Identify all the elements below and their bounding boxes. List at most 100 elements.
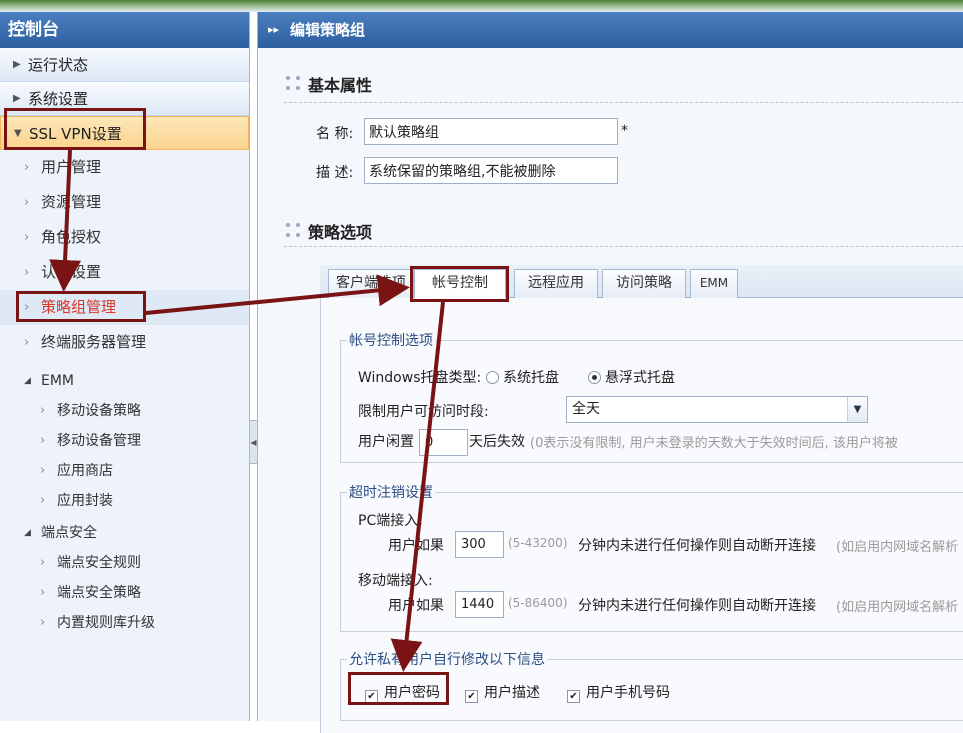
description-input[interactable]	[364, 157, 618, 184]
chevron-down-icon: ▼	[847, 397, 867, 422]
chevron-right-icon: ›	[24, 160, 30, 175]
mobile-access-label: 移动端接入:	[358, 573, 433, 589]
idle-prefix: 用户闲置	[358, 434, 414, 450]
sidebar-subitem-label: 内置规则库升级	[57, 615, 155, 631]
radio-label: 系统托盘	[503, 370, 559, 386]
access-time-select[interactable]: 全天 ▼	[566, 396, 868, 423]
radio-floating-tray[interactable]: 悬浮式托盘	[588, 367, 675, 387]
pc-timeout-hint: (如启用内网域名解析	[836, 540, 959, 555]
idle-hint: (0表示没有限制, 用户未登录的天数大于失效时间后, 该用户将被	[530, 436, 898, 451]
tab-client-options[interactable]: 客户端选项	[328, 269, 414, 298]
sidebar-item-label: 角色授权	[41, 228, 102, 246]
sidebar-subitem-label: 端点安全规则	[57, 555, 141, 571]
chevron-right-icon: ›	[40, 403, 46, 418]
sidebar-subitem-label: 移动设备管理	[57, 433, 141, 449]
section-divider	[284, 246, 963, 247]
mobile-timeout-hint: (如启用内网域名解析	[836, 600, 959, 615]
checkbox-checked-icon: ✔	[567, 690, 580, 703]
annotation-highlight-user-password	[348, 672, 449, 705]
sidebar-subitem-mobile-device-management[interactable]: › 移动设备管理	[0, 426, 249, 456]
sidebar-group-emm[interactable]: ◢ EMM	[0, 366, 249, 396]
annotation-highlight-policy-group	[16, 291, 146, 322]
sidebar-subitem-mobile-device-policy[interactable]: › 移动设备策略	[0, 396, 249, 426]
checkbox-user-phone[interactable]: ✔ 用户手机号码	[567, 682, 670, 703]
tab-remote-apps[interactable]: 远程应用	[514, 269, 598, 298]
sidebar-subitem-label: 应用封装	[57, 493, 113, 509]
mobile-timeout-input[interactable]: 1440	[455, 591, 504, 618]
pc-prefix: 用户如果	[388, 538, 444, 554]
section-title-text: 基本属性	[308, 76, 373, 95]
sidebar-subitem-app-store[interactable]: › 应用商店	[0, 456, 249, 486]
checkbox-checked-icon: ✔	[465, 690, 478, 703]
fieldset-legend: 帐号控制选项	[349, 333, 433, 349]
radio-icon	[486, 371, 499, 384]
tray-type-label: Windows托盘类型:	[358, 370, 482, 386]
main-panel: ▸▸ 编辑策略组 基本属性 名 称: * 描 述: 策略选项 客户端选项 帐号控…	[257, 12, 963, 733]
radio-selected-icon	[588, 371, 601, 384]
chevron-right-icon: ›	[24, 335, 30, 350]
radio-system-tray[interactable]: 系统托盘	[486, 367, 559, 387]
radio-label: 悬浮式托盘	[605, 370, 675, 386]
mobile-range-hint: (5-86400)	[508, 596, 568, 610]
pc-timeout-input[interactable]: 300	[455, 531, 504, 558]
sidebar-subitem-label: 端点安全策略	[57, 585, 141, 601]
name-label: 名 称:	[316, 126, 354, 142]
sidebar-subitem-rule-library-upgrade[interactable]: › 内置规则库升级	[0, 608, 249, 638]
chevron-right-icon: ›	[24, 265, 30, 280]
sidebar-item-label: 用户管理	[41, 158, 102, 176]
access-time-label: 限制用户可访问时段:	[358, 404, 489, 420]
chevron-right-icon: ›	[40, 463, 46, 478]
mobile-timeout-text: 分钟内未进行任何操作则自动断开连接	[578, 598, 816, 614]
name-input[interactable]	[364, 118, 618, 145]
sidebar-title: 控制台	[0, 12, 249, 48]
pc-access-label: PC端接入:	[358, 513, 423, 529]
annotation-highlight-ssl-vpn	[4, 108, 146, 150]
chevron-right-icon: ›	[40, 615, 46, 630]
caret-down-icon: ◢	[24, 528, 31, 538]
sidebar-item-label: 认证设置	[41, 263, 102, 281]
window-top-strip	[0, 0, 963, 12]
main-header-title: 编辑策略组	[290, 21, 366, 39]
sidebar-section-run-status[interactable]: ▶ 运行状态	[0, 48, 249, 82]
mobile-prefix: 用户如果	[388, 598, 444, 614]
double-chevron-icon: ▸▸	[268, 23, 280, 36]
chevron-right-icon: ›	[24, 195, 30, 210]
idle-suffix: 天后失效	[469, 434, 525, 450]
sidebar-subitem-app-wrapping[interactable]: › 应用封装	[0, 486, 249, 516]
chevron-right-icon: ›	[40, 433, 46, 448]
chevron-right-icon: ›	[40, 555, 46, 570]
section-title-policy: 策略选项	[286, 219, 963, 243]
idle-days-input[interactable]: 0	[419, 429, 468, 456]
select-value: 全天	[572, 401, 600, 417]
grip-icon	[286, 76, 300, 90]
sidebar-item-role-authorization[interactable]: › 角色授权	[0, 220, 249, 255]
tab-access-policy[interactable]: 访问策略	[602, 269, 686, 298]
description-label: 描 述:	[316, 165, 354, 181]
caret-down-icon: ◢	[24, 376, 31, 386]
checkbox-label: 用户手机号码	[586, 685, 670, 701]
fieldset-legend: 允许私有用户自行修改以下信息	[349, 652, 545, 668]
grip-icon	[286, 223, 300, 237]
chevron-right-icon: ›	[24, 230, 30, 245]
fieldset-legend: 超时注销设置	[349, 485, 433, 501]
section-title-text: 策略选项	[308, 223, 373, 242]
checkbox-label: 用户描述	[484, 685, 540, 701]
pc-range-hint: (5-43200)	[508, 536, 568, 550]
sidebar-item-resource-management[interactable]: › 资源管理	[0, 185, 249, 220]
sidebar-item-label: 资源管理	[41, 193, 102, 211]
chevron-right-icon: ›	[40, 493, 46, 508]
checkbox-user-description[interactable]: ✔ 用户描述	[465, 682, 540, 703]
sidebar-item-user-management[interactable]: › 用户管理	[0, 150, 249, 185]
sidebar-item-auth-settings[interactable]: › 认证设置	[0, 255, 249, 290]
sidebar-item-terminal-server-management[interactable]: › 终端服务器管理	[0, 325, 249, 360]
tab-emm[interactable]: EMM	[690, 269, 738, 298]
section-title-basic: 基本属性	[286, 72, 963, 96]
sidebar-group-label: EMM	[41, 373, 75, 389]
sidebar-group-label: 端点安全	[41, 525, 97, 541]
sidebar-group-endpoint-security[interactable]: ◢ 端点安全	[0, 518, 249, 548]
sidebar-subitem-endpoint-policy[interactable]: › 端点安全策略	[0, 578, 249, 608]
sidebar-subitem-endpoint-rules[interactable]: › 端点安全规则	[0, 548, 249, 578]
sidebar-section-label: 运行状态	[28, 56, 89, 74]
pc-timeout-text: 分钟内未进行任何操作则自动断开连接	[578, 538, 816, 554]
sidebar-section-label: 系统设置	[28, 90, 89, 108]
